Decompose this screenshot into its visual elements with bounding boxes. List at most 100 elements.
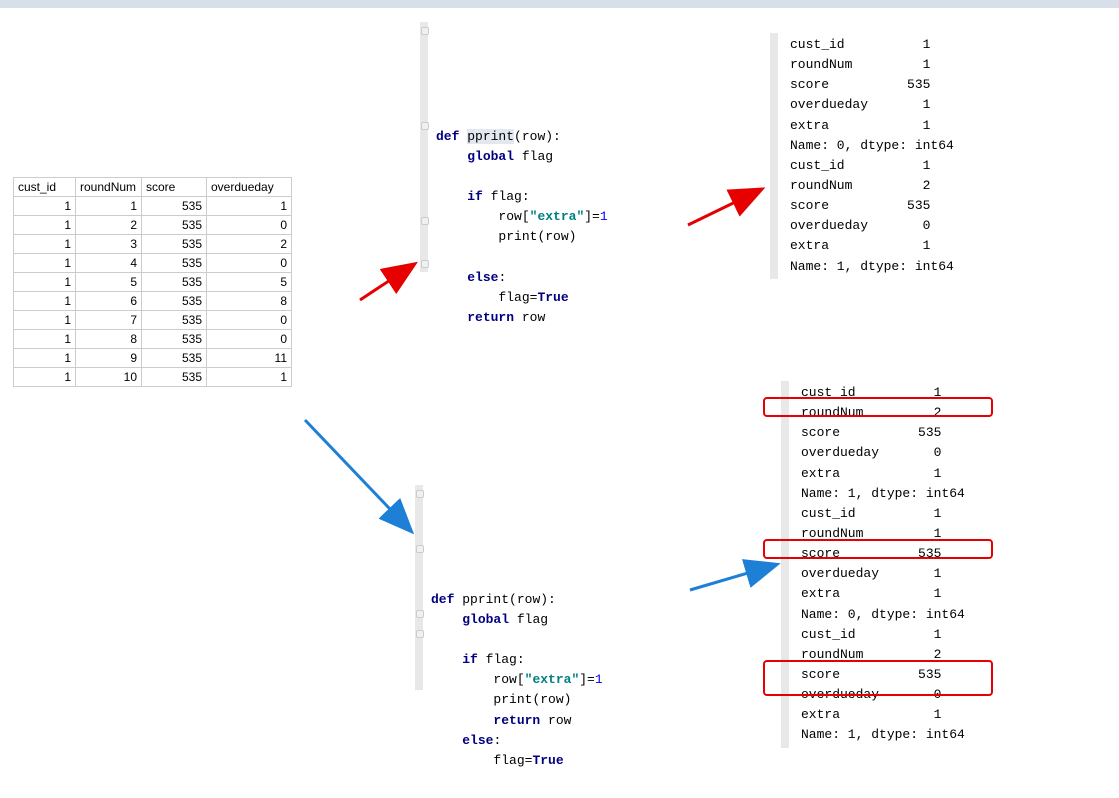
table-cell: 535 <box>142 330 207 349</box>
table-cell: 1 <box>14 330 76 349</box>
arrow-blue-1 <box>305 420 410 530</box>
keyword-if: if <box>462 652 478 667</box>
keyword-else: else <box>467 270 498 285</box>
output-line: extra 1 <box>801 464 1033 484</box>
table-row: 135352 <box>14 235 292 254</box>
arrow-blue-2 <box>690 565 775 590</box>
table-cell: 5 <box>76 273 142 292</box>
keyword-def: def <box>431 592 454 607</box>
output-line: overdueday 1 <box>790 95 1022 115</box>
table-cell: 10 <box>76 368 142 387</box>
table-cell: 2 <box>76 216 142 235</box>
table-cell: 0 <box>207 216 292 235</box>
output-line: roundNum 2 <box>801 645 1033 665</box>
output-line: cust_id 1 <box>801 625 1033 645</box>
table-cell: 0 <box>207 311 292 330</box>
flag-assign: flag= <box>498 290 537 305</box>
output-line: score 535 <box>801 544 1033 564</box>
output-line: score 535 <box>801 423 1033 443</box>
table-row: 165358 <box>14 292 292 311</box>
table-row: 155355 <box>14 273 292 292</box>
output-line: overdueday 1 <box>801 564 1033 584</box>
string-extra: "extra" <box>525 672 580 687</box>
table-row: 1953511 <box>14 349 292 368</box>
output-line: overdueday 0 <box>790 216 1022 236</box>
table-cell: 1 <box>14 349 76 368</box>
table-cell: 1 <box>14 197 76 216</box>
table-cell: 535 <box>142 368 207 387</box>
param-row: row <box>522 129 545 144</box>
literal-true: True <box>532 753 563 768</box>
table-cell: 535 <box>142 273 207 292</box>
table-row: 115351 <box>14 197 292 216</box>
table-cell: 1 <box>14 273 76 292</box>
table-cell: 1 <box>14 292 76 311</box>
table-row: 125350 <box>14 216 292 235</box>
output-1: cust_id 1roundNum 1score 535overdueday 1… <box>770 33 1030 279</box>
keyword-global: global <box>462 612 509 627</box>
table-cell: 535 <box>142 349 207 368</box>
table-row: 185350 <box>14 330 292 349</box>
table-cell: 8 <box>207 292 292 311</box>
table-cell: 2 <box>207 235 292 254</box>
output-2: cust_id 1roundNum 2score 535overdueday 0… <box>781 381 1041 748</box>
print-call: print <box>498 229 537 244</box>
output-line: roundNum 1 <box>790 55 1022 75</box>
arrow-red-2 <box>688 190 760 225</box>
output-line: Name: 0, dtype: int64 <box>790 136 1022 156</box>
param-row: row <box>517 592 540 607</box>
cond-flag: flag <box>486 652 517 667</box>
keyword-def: def <box>436 129 459 144</box>
table-cell: 1 <box>207 368 292 387</box>
print-arg: row <box>540 692 563 707</box>
table-header-row: cust_id roundNum score overdueday <box>14 178 292 197</box>
output-line: extra 1 <box>790 116 1022 136</box>
col-header-score: score <box>142 178 207 197</box>
return-value: row <box>548 713 571 728</box>
output-line: cust_id 1 <box>790 156 1022 176</box>
function-name: pprint <box>467 129 514 144</box>
table-cell: 6 <box>76 292 142 311</box>
output-line: cust_id 1 <box>790 35 1022 55</box>
output-line: score 535 <box>801 665 1033 685</box>
output-line: overdueday 0 <box>801 685 1033 705</box>
flag-assign: flag= <box>493 753 532 768</box>
output-line: roundNum 1 <box>801 524 1033 544</box>
output-line: Name: 1, dtype: int64 <box>801 484 1033 504</box>
literal-true: True <box>537 290 568 305</box>
table-cell: 535 <box>142 311 207 330</box>
table-cell: 1 <box>76 197 142 216</box>
output-line: score 535 <box>790 196 1022 216</box>
literal-1: 1 <box>595 672 603 687</box>
keyword-if: if <box>467 189 483 204</box>
code-block-1: def pprint(row): global flag if flag: ro… <box>420 22 690 272</box>
arrow-red-1 <box>360 265 413 300</box>
keyword-return: return <box>467 310 514 325</box>
table-row: 1105351 <box>14 368 292 387</box>
table-cell: 7 <box>76 311 142 330</box>
code-block-2: def pprint(row): global flag if flag: ro… <box>415 485 685 690</box>
output-line: extra 1 <box>801 705 1033 725</box>
literal-1: 1 <box>600 209 608 224</box>
table-cell: 535 <box>142 216 207 235</box>
output-line: score 535 <box>790 75 1022 95</box>
table-cell: 535 <box>142 254 207 273</box>
col-header-roundnum: roundNum <box>76 178 142 197</box>
output-line: Name: 1, dtype: int64 <box>790 257 1022 277</box>
output-line: extra 1 <box>790 236 1022 256</box>
col-header-overdueday: overdueday <box>207 178 292 197</box>
print-arg: row <box>545 229 568 244</box>
table-row: 145350 <box>14 254 292 273</box>
table-cell: 5 <box>207 273 292 292</box>
table-cell: 8 <box>76 330 142 349</box>
col-header-cust_id: cust_id <box>14 178 76 197</box>
output-line: overdueday 0 <box>801 443 1033 463</box>
row-index: row <box>493 672 516 687</box>
table-cell: 1 <box>207 197 292 216</box>
table-cell: 1 <box>14 368 76 387</box>
table-cell: 9 <box>76 349 142 368</box>
table-row: 175350 <box>14 311 292 330</box>
table-cell: 4 <box>76 254 142 273</box>
top-bar <box>0 0 1119 8</box>
print-call: print <box>493 692 532 707</box>
